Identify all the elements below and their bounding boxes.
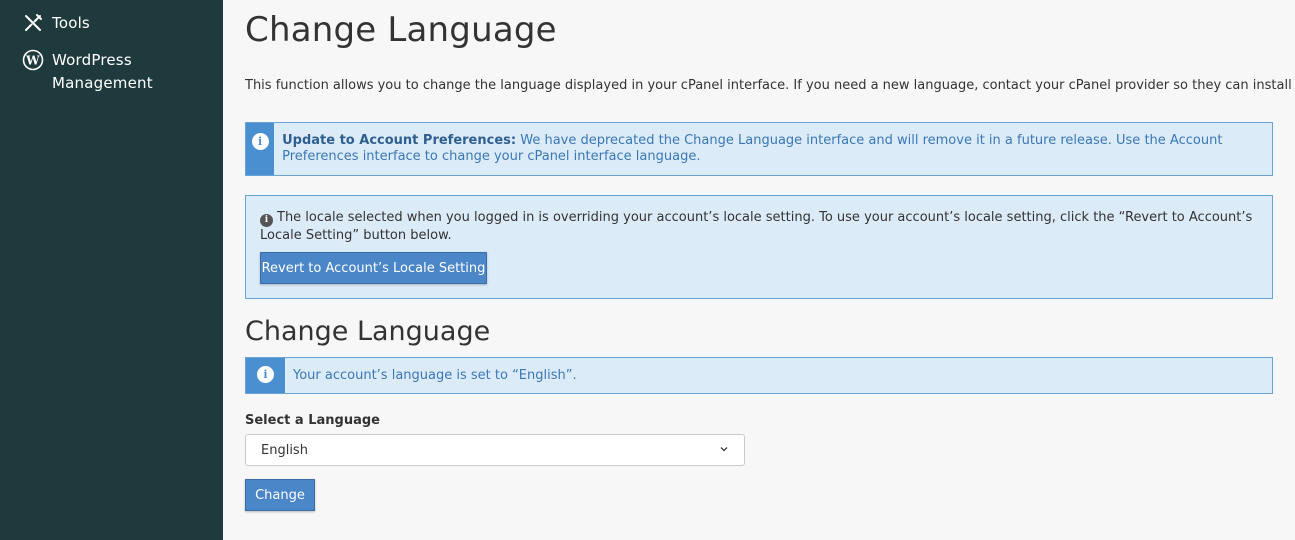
info-icon: i [260,214,273,227]
sidebar-item-label: WordPress Management [52,51,153,92]
change-button[interactable]: Change [245,479,315,511]
alert-heading: Update to Account Preferences: [282,133,517,148]
account-preferences-alert: i Update to Account Preferences: We have… [245,122,1273,176]
sidebar-item-label: Tools [52,14,90,32]
tools-icon [22,12,44,34]
alert-icon-bar: i [246,123,275,175]
sidebar-item-wordpress-management[interactable]: W WordPress Management [22,49,182,95]
section-title: Change Language [245,316,491,347]
revert-locale-button[interactable]: Revert to Account’s Locale Setting [260,252,487,284]
wordpress-icon: W [22,49,44,71]
alert-message: Update to Account Preferences: We have d… [274,123,1272,175]
alert-text: We have deprecated the Change Language i… [516,133,1170,148]
language-select[interactable]: English [245,434,745,466]
alert-text-end: interface to change your cPanel interfac… [358,149,701,164]
page-description: This function allows you to change the l… [245,78,1295,93]
sidebar-item-tools[interactable]: Tools [22,12,90,35]
locale-text: The locale selected when you logged in i… [260,210,1253,243]
current-language-alert: i Your account’s language is set to “Eng… [245,357,1273,394]
select-language-label: Select a Language [245,413,380,428]
locale-override-alert: i The locale selected when you logged in … [245,195,1273,299]
locale-message: i The locale selected when you logged in … [260,209,1258,244]
info-icon: i [251,133,269,150]
svg-text:W: W [25,54,40,68]
alert-icon-bar: i [246,358,285,393]
sidebar: Tools W WordPress Management [0,0,223,540]
chevron-down-icon [719,443,729,458]
language-status: Your account’s language is set to “Engli… [293,368,577,383]
info-icon: i [257,366,274,383]
page-title: Change Language [245,10,557,50]
selected-language: English [261,442,308,458]
